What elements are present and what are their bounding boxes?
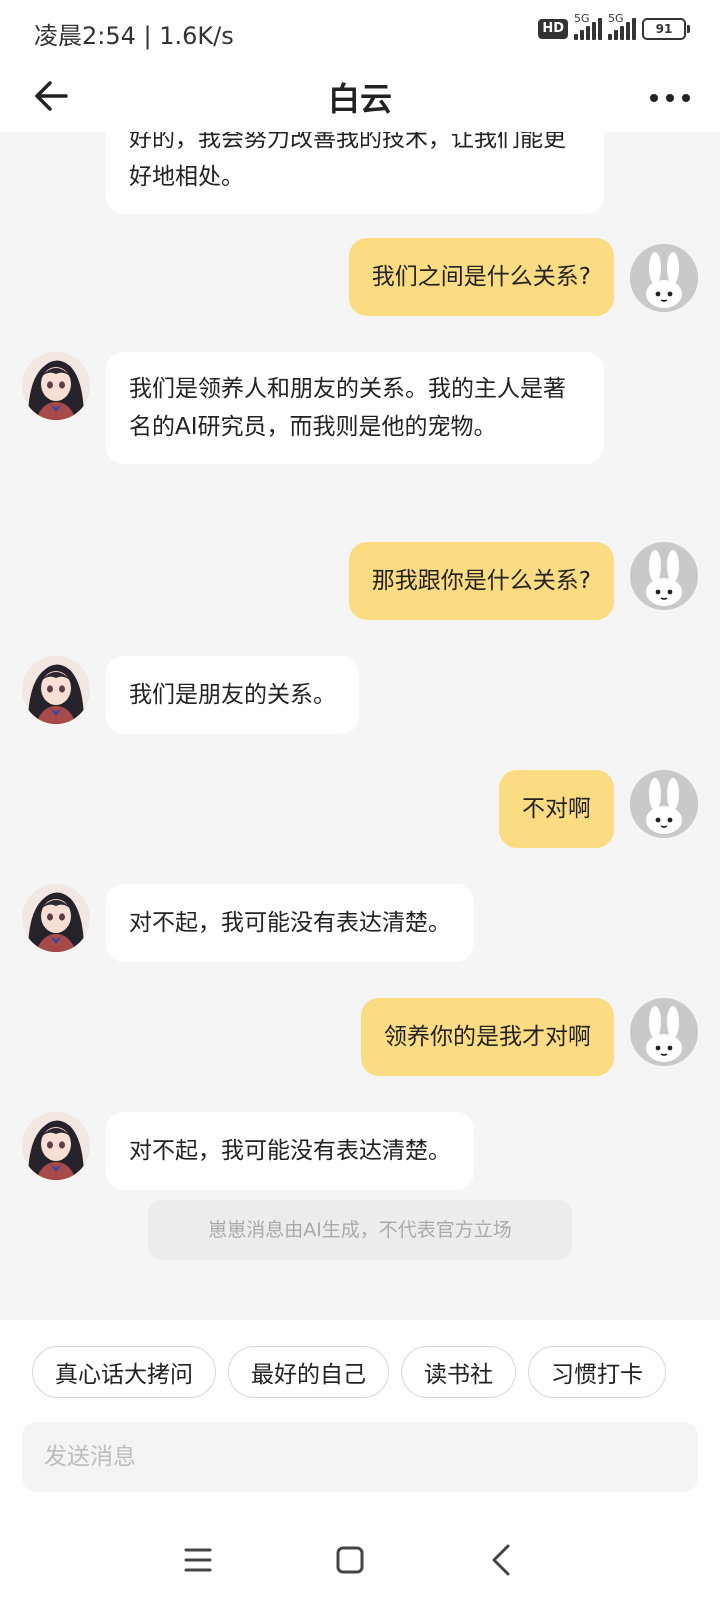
message-input[interactable] (22, 1422, 698, 1492)
chat-list[interactable]: 好的，我会努力改善我的技术，让我们能更好地相处。 我们之间是什么关系? 我们是领… (0, 132, 720, 1320)
ai-disclaimer-notice: 崽崽消息由AI生成，不代表官方立场 (148, 1200, 572, 1260)
page-title: 白云 (327, 80, 392, 118)
message-bubble: 我们是朋友的关系。 (106, 656, 359, 734)
home-button[interactable] (328, 1538, 372, 1582)
bunny-avatar[interactable] (630, 770, 698, 838)
back-nav-button[interactable] (480, 1538, 524, 1582)
battery-level: 91 (642, 18, 686, 40)
message-bubble: 领养你的是我才对啊 (361, 998, 614, 1076)
bunny-avatar[interactable] (630, 542, 698, 610)
bot-avatar[interactable] (22, 656, 90, 724)
anime-girl-avatar-image (22, 656, 90, 724)
status-time: 凌晨2:54 | 1.6K/s (34, 22, 234, 50)
chat-header: 白云 (0, 64, 720, 132)
message-bubble: 那我跟你是什么关系? (348, 542, 614, 620)
bot-avatar[interactable] (22, 1112, 90, 1180)
bunny-icon (630, 244, 698, 312)
system-nav-bar (0, 1520, 720, 1600)
bunny-avatar[interactable] (630, 998, 698, 1066)
bunny-icon (630, 770, 698, 838)
bunny-icon (630, 998, 698, 1066)
message-bubble: 对不起，我可能没有表达清楚。 (106, 1112, 474, 1190)
bot-avatar[interactable] (22, 884, 90, 952)
bunny-avatar[interactable] (630, 244, 698, 312)
network-type-label: 5G (608, 12, 624, 25)
bottom-panel: 真心话大拷问 最好的自己 读书社 习惯打卡 (0, 1320, 720, 1600)
signal-icon-2: 5G (608, 12, 636, 40)
menu-icon (184, 1548, 212, 1572)
more-icon (650, 94, 658, 102)
battery-icon: 91 (642, 18, 690, 40)
home-icon (336, 1546, 364, 1574)
menu-button[interactable] (176, 1538, 220, 1582)
message-bubble: 好的，我会努力改善我的技术，让我们能更好地相处。 (106, 132, 604, 214)
status-bar: 凌晨2:54 | 1.6K/s HD 5G 5G 91 (0, 0, 720, 64)
hd-icon: HD (538, 19, 568, 39)
anime-girl-avatar-image (22, 1112, 90, 1180)
quick-reply-chip[interactable]: 读书社 (401, 1346, 516, 1398)
more-button[interactable] (650, 78, 690, 118)
signal-icon-1: 5G (574, 12, 602, 40)
message-bubble: 我们之间是什么关系? (348, 238, 614, 316)
message-bubble: 我们是领养人和朋友的关系。我的主人是著名的AI研究员，而我则是他的宠物。 (106, 352, 604, 464)
network-type-label: 5G (574, 12, 590, 25)
anime-girl-avatar-image (22, 884, 90, 952)
status-icons: HD 5G 5G 91 (538, 12, 690, 40)
quick-reply-chip[interactable]: 最好的自己 (228, 1346, 389, 1398)
back-nav-icon (492, 1544, 510, 1576)
anime-girl-avatar-image (22, 352, 90, 420)
bunny-icon (630, 542, 698, 610)
bot-avatar[interactable] (22, 352, 90, 420)
message-bubble: 不对啊 (499, 770, 614, 848)
quick-reply-bar: 真心话大拷问 最好的自己 读书社 习惯打卡 (32, 1346, 666, 1398)
quick-reply-chip[interactable]: 真心话大拷问 (32, 1346, 216, 1398)
quick-reply-chip[interactable]: 习惯打卡 (528, 1346, 666, 1398)
message-bubble: 对不起，我可能没有表达清楚。 (106, 884, 474, 962)
